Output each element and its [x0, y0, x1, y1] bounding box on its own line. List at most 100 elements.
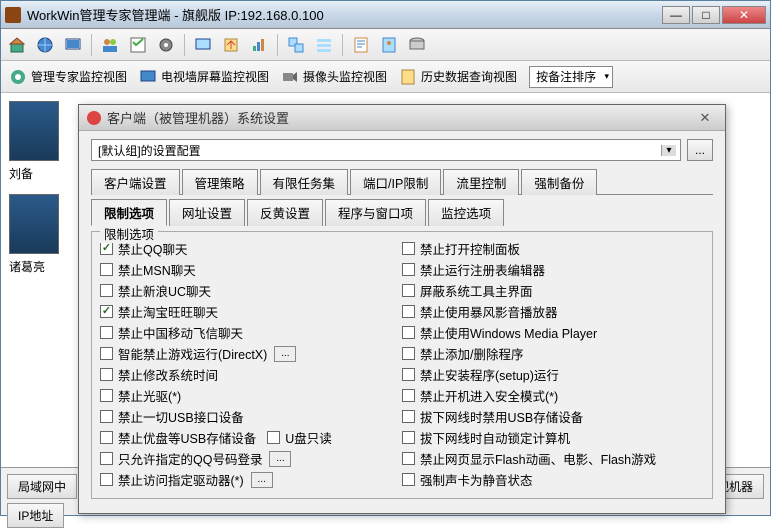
- lan-tab[interactable]: 局域网中: [7, 474, 77, 499]
- globe-icon[interactable]: [33, 33, 57, 57]
- monitor-view-label: 管理专家监控视图: [31, 68, 127, 85]
- checkbox[interactable]: [100, 368, 113, 381]
- tvwall-view-link[interactable]: 电视墙屏幕监控视图: [139, 68, 269, 86]
- checkbox[interactable]: [402, 242, 415, 255]
- windows-icon[interactable]: [284, 33, 308, 57]
- checkbox-label: 禁止打开控制面板: [420, 239, 520, 258]
- checkbox[interactable]: [100, 284, 113, 297]
- minimize-button[interactable]: —: [662, 6, 690, 24]
- settings-tab[interactable]: 流里控制: [443, 169, 519, 195]
- home-icon[interactable]: [5, 33, 29, 57]
- restriction-item: 禁止运行注册表编辑器: [402, 259, 704, 280]
- checkbox[interactable]: [402, 305, 415, 318]
- checkbox[interactable]: [100, 326, 113, 339]
- checkbox-label: 禁止访问指定驱动器(*): [118, 470, 244, 489]
- dialog-close-button[interactable]: ✕: [693, 110, 717, 126]
- settings-tab[interactable]: 监控选项: [428, 199, 504, 226]
- contacts-icon[interactable]: [377, 33, 401, 57]
- restriction-item: 禁止中国移动飞信聊天: [100, 322, 402, 343]
- checklist-icon[interactable]: [126, 33, 150, 57]
- checkbox[interactable]: [402, 284, 415, 297]
- checkbox-label: 只允许指定的QQ号码登录: [118, 449, 262, 468]
- checkbox[interactable]: [402, 263, 415, 276]
- monitor-view-link[interactable]: 管理专家监控视图: [9, 68, 127, 86]
- config-browse-button[interactable]: ...: [687, 139, 713, 161]
- disk-icon[interactable]: [405, 33, 429, 57]
- chart-icon[interactable]: [247, 33, 271, 57]
- checks-right-column: 禁止打开控制面板禁止运行注册表编辑器屏蔽系统工具主界面禁止使用暴风影音播放器禁止…: [402, 238, 704, 490]
- checkbox[interactable]: [100, 410, 113, 423]
- client-thumb[interactable]: [9, 194, 59, 254]
- checkbox-label: 禁止一切USB接口设备: [118, 407, 244, 426]
- checkbox[interactable]: [402, 347, 415, 360]
- settings-tab[interactable]: 反黄设置: [247, 199, 323, 226]
- restriction-item: 禁止新浪UC聊天: [100, 280, 402, 301]
- config-button[interactable]: ...: [274, 346, 296, 362]
- dialog-title: 客户端（被管理机器）系统设置: [107, 108, 693, 127]
- camera-view-link[interactable]: 摄像头监控视图: [281, 68, 387, 86]
- config-group-dropdown[interactable]: [默认组]的设置配置: [91, 139, 681, 161]
- restriction-item: 禁止打开控制面板: [402, 238, 704, 259]
- checkbox[interactable]: [402, 368, 415, 381]
- restriction-item: 禁止安装程序(setup)运行: [402, 364, 704, 385]
- sort-dropdown[interactable]: 按备注排序: [529, 66, 613, 88]
- config-button[interactable]: ...: [269, 451, 291, 467]
- checkbox[interactable]: [402, 410, 415, 423]
- config-button[interactable]: ...: [251, 472, 273, 488]
- close-button[interactable]: ✕: [722, 6, 766, 24]
- checkbox-label: 禁止中国移动飞信聊天: [118, 323, 243, 342]
- log-icon[interactable]: [349, 33, 373, 57]
- checkbox[interactable]: [402, 452, 415, 465]
- checkbox[interactable]: [100, 347, 113, 360]
- settings-tab[interactable]: 强制备份: [521, 169, 597, 195]
- restriction-item: 拔下网线时禁用USB存储设备: [402, 406, 704, 427]
- restriction-item: 智能禁止游戏运行(DirectX)...: [100, 343, 402, 364]
- history-view-link[interactable]: 历史数据查询视图: [399, 68, 517, 86]
- main-toolbar: [1, 29, 770, 61]
- restriction-item: 禁止使用Windows Media Player: [402, 322, 704, 343]
- checkbox[interactable]: [100, 305, 113, 318]
- settings-tab[interactable]: 端口/IP限制: [350, 169, 441, 195]
- restriction-item: 只允许指定的QQ号码登录...: [100, 448, 402, 469]
- checkbox[interactable]: [267, 431, 280, 444]
- monitor-icon[interactable]: [61, 33, 85, 57]
- export-icon[interactable]: [219, 33, 243, 57]
- checkbox[interactable]: [100, 242, 113, 255]
- settings-tab[interactable]: 网址设置: [169, 199, 245, 226]
- history-view-icon: [399, 68, 417, 86]
- maximize-button[interactable]: □: [692, 6, 720, 24]
- restriction-item: 禁止网页显示Flash动画、电影、Flash游戏: [402, 448, 704, 469]
- checkbox-label: 禁止光驱(*): [118, 386, 181, 405]
- checkbox[interactable]: [402, 389, 415, 402]
- settings-tab[interactable]: 限制选项: [91, 199, 167, 226]
- checkbox[interactable]: [100, 452, 113, 465]
- settings-tab[interactable]: 客户端设置: [91, 169, 180, 195]
- checks-left-column: 禁止QQ聊天禁止MSN聊天禁止新浪UC聊天禁止淘宝旺旺聊天禁止中国移动飞信聊天智…: [100, 238, 402, 490]
- restriction-item: 强制声卡为静音状态: [402, 469, 704, 490]
- checkbox[interactable]: [402, 326, 415, 339]
- camera-view-icon: [281, 68, 299, 86]
- restriction-item: 禁止MSN聊天: [100, 259, 402, 280]
- settings-tabs-row2: 限制选项网址设置反黄设置程序与窗口项监控选项: [91, 197, 713, 225]
- settings-tab[interactable]: 程序与窗口项: [325, 199, 426, 226]
- checkbox[interactable]: [402, 431, 415, 444]
- gear-icon[interactable]: [154, 33, 178, 57]
- list-icon[interactable]: [312, 33, 336, 57]
- checkbox[interactable]: [100, 473, 113, 486]
- checkbox[interactable]: [100, 431, 113, 444]
- tvwall-view-icon: [139, 68, 157, 86]
- restriction-item: 禁止添加/删除程序: [402, 343, 704, 364]
- settings-tab[interactable]: 有限任务集: [260, 169, 349, 195]
- checkbox-label: 禁止开机进入安全模式(*): [420, 386, 558, 405]
- view-toolbar: 管理专家监控视图 电视墙屏幕监控视图 摄像头监控视图 历史数据查询视图 按备注排…: [1, 61, 770, 93]
- checkbox[interactable]: [100, 263, 113, 276]
- settings-tab[interactable]: 管理策略: [182, 169, 258, 195]
- checkbox[interactable]: [402, 473, 415, 486]
- checkbox-label: 禁止新浪UC聊天: [118, 281, 211, 300]
- config-group-value: [默认组]的设置配置: [98, 142, 201, 159]
- restriction-item: 禁止优盘等USB存储设备U盘只读: [100, 427, 402, 448]
- checkbox[interactable]: [100, 389, 113, 402]
- users-icon[interactable]: [98, 33, 122, 57]
- screen-icon[interactable]: [191, 33, 215, 57]
- client-thumb[interactable]: [9, 101, 59, 161]
